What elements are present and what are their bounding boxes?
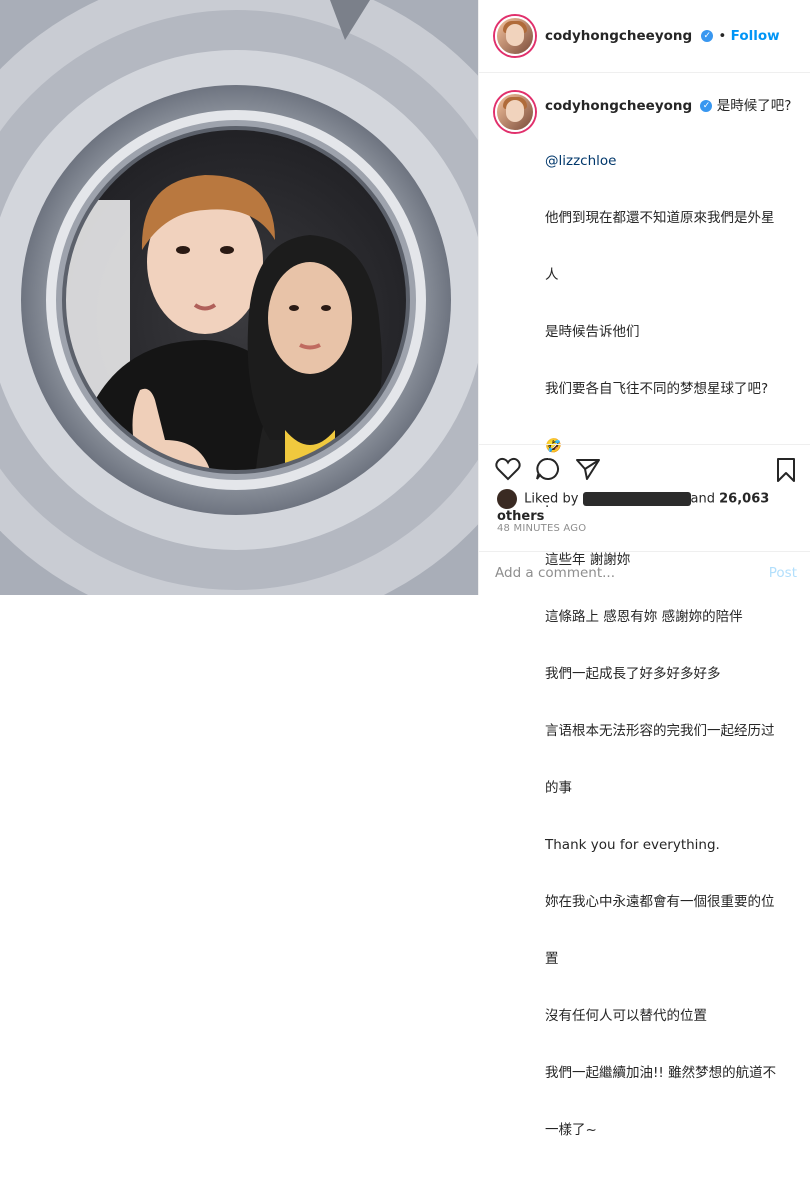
post-timestamp[interactable]: 48 MINUTES AGO <box>497 523 586 534</box>
post-comment-button[interactable]: Post <box>769 565 797 581</box>
heart-icon[interactable] <box>495 457 521 481</box>
caption-text: @lizzchloe 他們到現在都還不知道原來我們是外星 人 是時候告诉他们 我… <box>545 114 795 1178</box>
verified-badge-icon: ✓ <box>700 100 713 112</box>
redacted-username <box>582 492 691 506</box>
caption-line: 他們到現在都還不知道原來我們是外星 <box>545 210 775 226</box>
caption-line: 言语根本无法形容的完我们一起经历过 <box>545 723 775 739</box>
mention-link[interactable]: @lizzchloe <box>545 152 795 171</box>
post-details-panel: codyhongcheeyong ✓ • Follow codyhongchee… <box>478 0 810 1138</box>
bookmark-icon[interactable] <box>775 457 797 483</box>
caption-line: 沒有任何人可以替代的位置 <box>545 1008 707 1024</box>
comment-box: Add a comment... Post <box>479 551 810 596</box>
caption-line: 我們一起成長了好多好多好多 <box>545 666 721 682</box>
caption-line: 妳在我心中永遠都會有一個很重要的位 <box>545 894 775 910</box>
comment-icon[interactable] <box>535 457 561 481</box>
liked-and: and <box>690 491 715 507</box>
header-user-row: codyhongcheeyong ✓ • Follow <box>545 25 780 44</box>
caption-line: 的事 <box>545 780 572 796</box>
caption-header-line: codyhongcheeyong ✓ 是時候了吧? <box>545 94 795 114</box>
likes-summary: Liked by and 26,063 others <box>497 489 810 524</box>
verified-badge-icon: ✓ <box>701 29 714 42</box>
header-username[interactable]: codyhongcheeyong <box>545 28 692 44</box>
post-header: codyhongcheeyong ✓ • Follow <box>479 0 810 73</box>
caption-username[interactable]: codyhongcheeyong <box>545 98 692 114</box>
caption-line: 人 <box>545 267 559 283</box>
header-dot-separator: • <box>718 28 731 44</box>
caption-avatar[interactable] <box>495 92 535 132</box>
caption-line: Thank you for everything. <box>545 837 720 853</box>
caption-line: 這條路上 感恩有妳 感謝妳的陪伴 <box>545 609 743 625</box>
post-photo[interactable] <box>0 0 478 595</box>
comment-input[interactable]: Add a comment... <box>495 565 615 581</box>
share-icon[interactable] <box>575 457 601 481</box>
action-bar: Liked by and 26,063 others 48 MINUTES AG… <box>479 444 810 595</box>
caption-first: 是時候了吧? <box>716 98 792 114</box>
liked-by-label: Liked by <box>524 491 579 507</box>
author-avatar[interactable] <box>495 16 535 56</box>
caption-line: 置 <box>545 951 559 967</box>
caption-line: 我們一起繼續加油!! 雖然梦想的航道不 <box>545 1065 777 1081</box>
follow-button[interactable]: Follow <box>731 28 780 44</box>
caption-line: 是時候告诉他们 <box>545 324 640 340</box>
liker-avatar[interactable] <box>497 489 517 509</box>
caption-line: 一樣了~ <box>545 1122 597 1138</box>
caption-line: 我们要各自飞往不同的梦想星球了吧? <box>545 381 769 397</box>
washing-machine-door-image <box>0 0 478 595</box>
